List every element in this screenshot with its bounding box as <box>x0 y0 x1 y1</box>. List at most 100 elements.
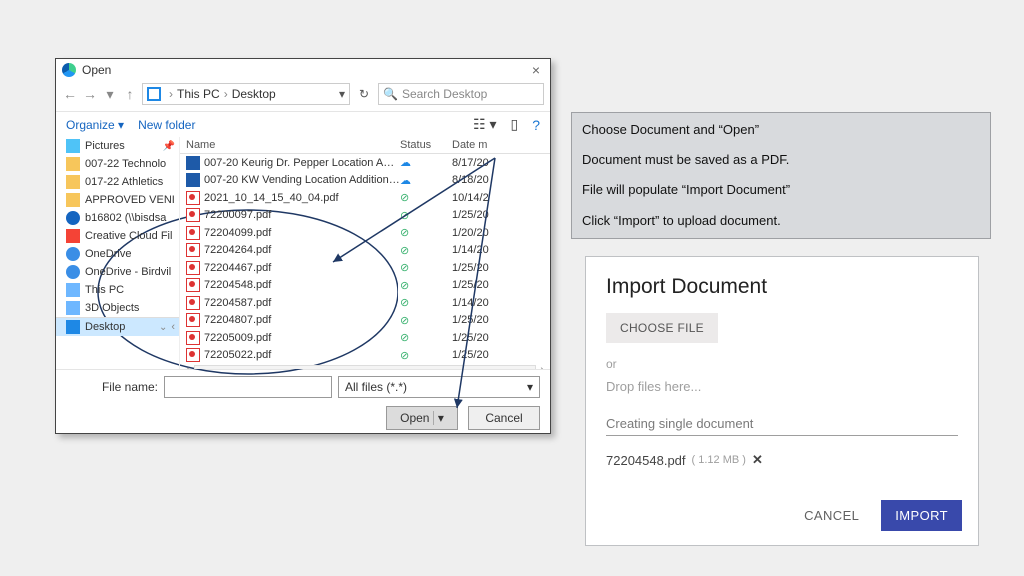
word-icon <box>186 156 200 170</box>
remove-file-icon[interactable]: ✕ <box>752 452 763 468</box>
preview-icon[interactable]: ▯ <box>510 116 518 133</box>
sidebar-item-label: 007-22 Technolo <box>85 158 166 170</box>
file-listing: Name Status Date m 007-20 Keurig Dr. Pep… <box>180 137 550 369</box>
sidebar-item-label: Pictures <box>85 140 125 152</box>
sidebar-item[interactable]: Pictures📌 <box>56 137 179 155</box>
instruction-line: File will populate “Import Document” <box>582 181 980 199</box>
sidebar-item-label: OneDrive <box>85 248 131 260</box>
file-row[interactable]: 72205009.pdf⊘1/25/20 <box>180 329 550 347</box>
pdf-icon <box>186 208 200 222</box>
word-icon <box>186 173 200 187</box>
close-icon[interactable]: × <box>528 62 544 78</box>
file-date: 1/14/20 <box>452 244 512 256</box>
sidebar-item[interactable]: This PC <box>56 281 179 299</box>
pdf-icon <box>186 226 200 240</box>
chevron-down-icon: ⌄ <box>159 322 167 333</box>
file-date: 8/18/20 <box>452 174 512 186</box>
breadcrumb[interactable]: › This PC › Desktop ▾ <box>142 83 350 105</box>
folder-icon <box>66 301 80 315</box>
hscroll[interactable]: ‹ › <box>180 364 550 369</box>
folder-icon <box>66 175 80 189</box>
uploaded-file-name: 72204548.pdf <box>606 453 686 468</box>
sidebar-item[interactable]: 007-22 Technolo <box>56 155 179 173</box>
pdf-icon <box>186 278 200 292</box>
choose-file-button[interactable]: CHOOSE FILE <box>606 313 718 343</box>
sidebar-item-label: APPROVED VENI <box>85 194 175 206</box>
organize-menu[interactable]: Organize ▾ <box>66 118 124 132</box>
scrollbar-track[interactable] <box>194 365 537 369</box>
file-row[interactable]: 72204099.pdf⊘1/20/20 <box>180 224 550 242</box>
chevron-left-icon: ‹ <box>171 321 175 333</box>
file-date: 1/25/20 <box>452 349 512 361</box>
folder-icon <box>66 139 80 153</box>
sidebar-item-label: OneDrive - Birdvil <box>85 266 171 278</box>
search-input[interactable]: 🔍 Search Desktop <box>378 83 544 105</box>
breadcrumb-segment[interactable]: This PC <box>177 87 220 101</box>
cancel-button[interactable]: Cancel <box>468 406 540 430</box>
refresh-icon[interactable]: ↻ <box>354 87 374 101</box>
filename-input[interactable] <box>164 376 332 398</box>
file-row[interactable]: 72205022.pdf⊘1/25/20 <box>180 347 550 365</box>
chevron-left-icon[interactable]: ‹ <box>186 364 190 369</box>
sidebar-item-label: b16802 (\\bisdsa <box>85 212 166 224</box>
file-name: 007-20 Keurig Dr. Pepper Location Additi… <box>204 157 400 169</box>
pdf-icon <box>186 331 200 345</box>
sidebar-item[interactable]: Creative Cloud Fil <box>56 227 179 245</box>
file-name: 72204099.pdf <box>204 227 271 239</box>
back-icon[interactable]: ← <box>62 86 78 102</box>
dialog-body: Pictures📌 007-22 Technolo 017-22 Athletics… <box>56 137 550 369</box>
chevron-down-icon: ▾ <box>433 411 444 425</box>
file-date: 1/25/20 <box>452 332 512 344</box>
check-icon: ⊘ <box>400 210 409 222</box>
file-row[interactable]: 72204807.pdf⊘1/25/20 <box>180 312 550 330</box>
column-name[interactable]: Name <box>180 139 400 151</box>
forward-icon[interactable]: → <box>82 86 98 102</box>
help-icon[interactable]: ? <box>532 117 540 133</box>
pc-icon <box>147 87 161 101</box>
sidebar-item[interactable]: APPROVED VENI <box>56 191 179 209</box>
file-row[interactable]: 007-20 KW Vending Location Addition Lett… <box>180 172 550 190</box>
toolbar: Organize ▾ New folder ☷ ▾ ▯ ? <box>56 112 550 137</box>
import-document-panel: Import Document CHOOSE FILE or Drop file… <box>585 256 979 546</box>
column-date[interactable]: Date m <box>452 139 512 151</box>
breadcrumb-segment[interactable]: Desktop <box>232 87 276 101</box>
file-date: 1/20/20 <box>452 227 512 239</box>
file-row[interactable]: 2021_10_14_15_40_04.pdf⊘10/14/2 <box>180 189 550 207</box>
file-row[interactable]: 72204548.pdf⊘1/25/20 <box>180 277 550 295</box>
drop-hint[interactable]: Drop files here... <box>606 379 958 394</box>
folder-icon <box>66 247 80 261</box>
cancel-button[interactable]: CANCEL <box>804 508 859 523</box>
sidebar-item[interactable]: OneDrive <box>56 245 179 263</box>
file-row[interactable]: 72204264.pdf⊘1/14/20 <box>180 242 550 260</box>
column-status[interactable]: Status <box>400 139 452 151</box>
sidebar-item-label: Desktop <box>85 321 125 333</box>
filetype-select[interactable]: All files (*.*) ▾ <box>338 376 540 398</box>
file-row[interactable]: 72200097.pdf⊘1/25/20 <box>180 207 550 225</box>
chevron-down-icon[interactable]: ▾ <box>339 87 345 101</box>
chevron-down-icon[interactable]: ▾ <box>102 86 118 103</box>
file-date: 8/17/20 <box>452 157 512 169</box>
sidebar-item[interactable]: 3D Objects <box>56 299 179 317</box>
open-button[interactable]: Open ▾ <box>386 406 458 430</box>
folder-icon <box>66 211 80 225</box>
new-folder-button[interactable]: New folder <box>138 118 195 132</box>
chevron-down-icon: ▾ <box>527 380 533 394</box>
file-row[interactable]: 72204467.pdf⊘1/25/20 <box>180 259 550 277</box>
chevron-right-icon: › <box>224 87 228 101</box>
sidebar-item[interactable]: 017-22 Athletics <box>56 173 179 191</box>
up-icon[interactable]: ↑ <box>122 86 138 102</box>
search-icon: 🔍 <box>383 87 398 101</box>
view-icon[interactable]: ☷ ▾ <box>473 116 496 133</box>
sidebar-item-desktop[interactable]: Desktop ⌄ ‹ <box>56 317 179 336</box>
app-icon <box>62 63 76 77</box>
file-name: 72204264.pdf <box>204 244 271 256</box>
filetype-label: All files (*.*) <box>345 380 407 394</box>
file-row[interactable]: 007-20 Keurig Dr. Pepper Location Additi… <box>180 154 550 172</box>
sidebar-item[interactable]: b16802 (\\bisdsa <box>56 209 179 227</box>
sidebar-item[interactable]: OneDrive - Birdvil <box>56 263 179 281</box>
import-button[interactable]: IMPORT <box>881 500 962 531</box>
instruction-line: Document must be saved as a PDF. <box>582 151 980 169</box>
check-icon: ⊘ <box>400 297 409 309</box>
file-row[interactable]: 72204587.pdf⊘1/14/20 <box>180 294 550 312</box>
chevron-right-icon[interactable]: › <box>540 364 544 369</box>
